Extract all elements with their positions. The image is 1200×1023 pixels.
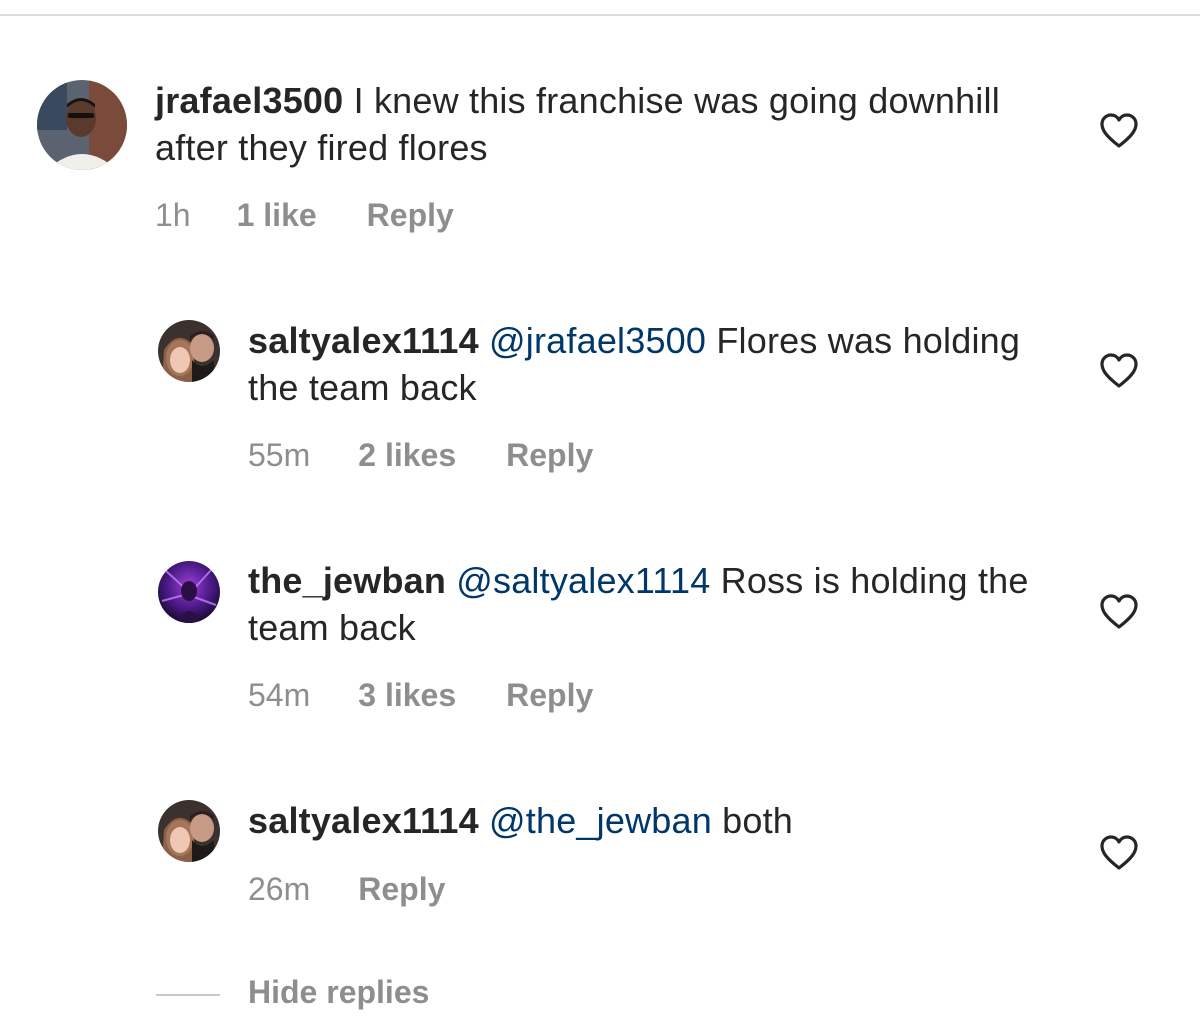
comment-mention[interactable]: @jrafael3500 — [489, 320, 706, 361]
comment-body: both — [722, 800, 794, 841]
avatar-saltyalex1114[interactable] — [158, 800, 220, 862]
heart-outline-icon[interactable] — [1100, 594, 1138, 630]
reply-button[interactable]: Reply — [506, 437, 593, 473]
heart-outline-icon[interactable] — [1100, 835, 1138, 871]
comment-meta: 54m 3 likes Reply — [248, 675, 639, 715]
comment-time: 54m — [248, 677, 311, 713]
heart-outline-icon[interactable] — [1100, 353, 1138, 389]
reply-button[interactable]: Reply — [358, 871, 445, 907]
comment-likes-count[interactable]: 2 likes — [358, 437, 456, 473]
comment-text: the_jewban @saltyalex1114 Ross is holdin… — [248, 557, 1048, 651]
top-divider — [0, 14, 1200, 16]
comment-mention[interactable]: @saltyalex1114 — [456, 560, 710, 601]
comment-text: saltyalex1114 @the_jewban both — [248, 797, 1048, 844]
comment-text: saltyalex1114 @jrafael3500 Flores was ho… — [248, 317, 1048, 411]
hide-replies-line — [156, 994, 220, 996]
comment-meta: 55m 2 likes Reply — [248, 435, 639, 475]
comment-time: 55m — [248, 437, 311, 473]
reply-button[interactable]: Reply — [367, 197, 454, 233]
comment-meta: 1h 1 like Reply — [155, 195, 500, 235]
comment-text: jrafael3500 I knew this franchise was go… — [155, 77, 1055, 171]
comment-username[interactable]: jrafael3500 — [155, 80, 343, 121]
comment-likes-count[interactable]: 3 likes — [358, 677, 456, 713]
comment-username[interactable]: saltyalex1114 — [248, 800, 479, 841]
comment-time: 26m — [248, 871, 311, 907]
comment-time: 1h — [155, 197, 191, 233]
comment-meta: 26m Reply — [248, 869, 491, 909]
reply-button[interactable]: Reply — [506, 677, 593, 713]
heart-outline-icon[interactable] — [1100, 113, 1138, 149]
hide-replies-label[interactable]: Hide replies — [248, 974, 429, 1011]
avatar-jrafael3500[interactable] — [37, 80, 127, 170]
comment-username[interactable]: saltyalex1114 — [248, 320, 479, 361]
avatar-saltyalex1114[interactable] — [158, 320, 220, 382]
comment-likes-count[interactable]: 1 like — [237, 197, 317, 233]
comment-mention[interactable]: @the_jewban — [489, 800, 712, 841]
avatar-the-jewban[interactable] — [158, 561, 220, 623]
comment-username[interactable]: the_jewban — [248, 560, 446, 601]
